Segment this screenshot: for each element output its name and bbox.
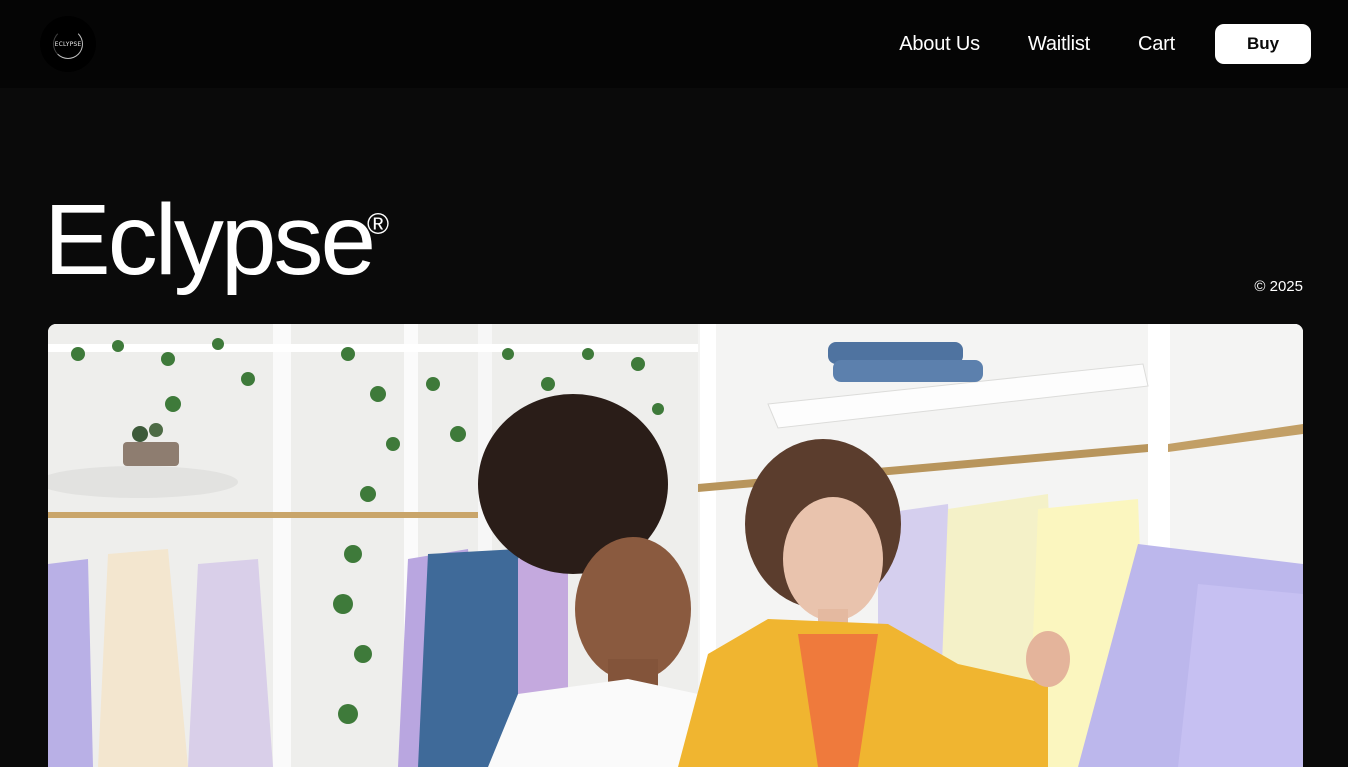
registered-mark: ® — [367, 208, 390, 241]
top-navbar: ECLYPSE About Us Waitlist Cart Buy — [0, 0, 1348, 88]
hero-image — [48, 324, 1303, 767]
nav-link-cart[interactable]: Cart — [1138, 33, 1175, 56]
nav-link-about-us[interactable]: About Us — [899, 33, 980, 56]
eclipse-logo-icon[interactable]: ECLYPSE — [40, 16, 96, 72]
copyright-year: © 2025 — [1254, 278, 1303, 295]
nav-links: About Us Waitlist Cart Buy — [899, 0, 1348, 88]
store-scene-illustration — [48, 324, 1303, 767]
nav-link-waitlist[interactable]: Waitlist — [1028, 33, 1090, 56]
buy-button[interactable]: Buy — [1215, 24, 1311, 64]
logo-text: ECLYPSE — [54, 40, 82, 48]
page: ECLYPSE About Us Waitlist Cart Buy Eclyp… — [0, 0, 1348, 767]
hero-title: Eclypse — [44, 184, 376, 296]
